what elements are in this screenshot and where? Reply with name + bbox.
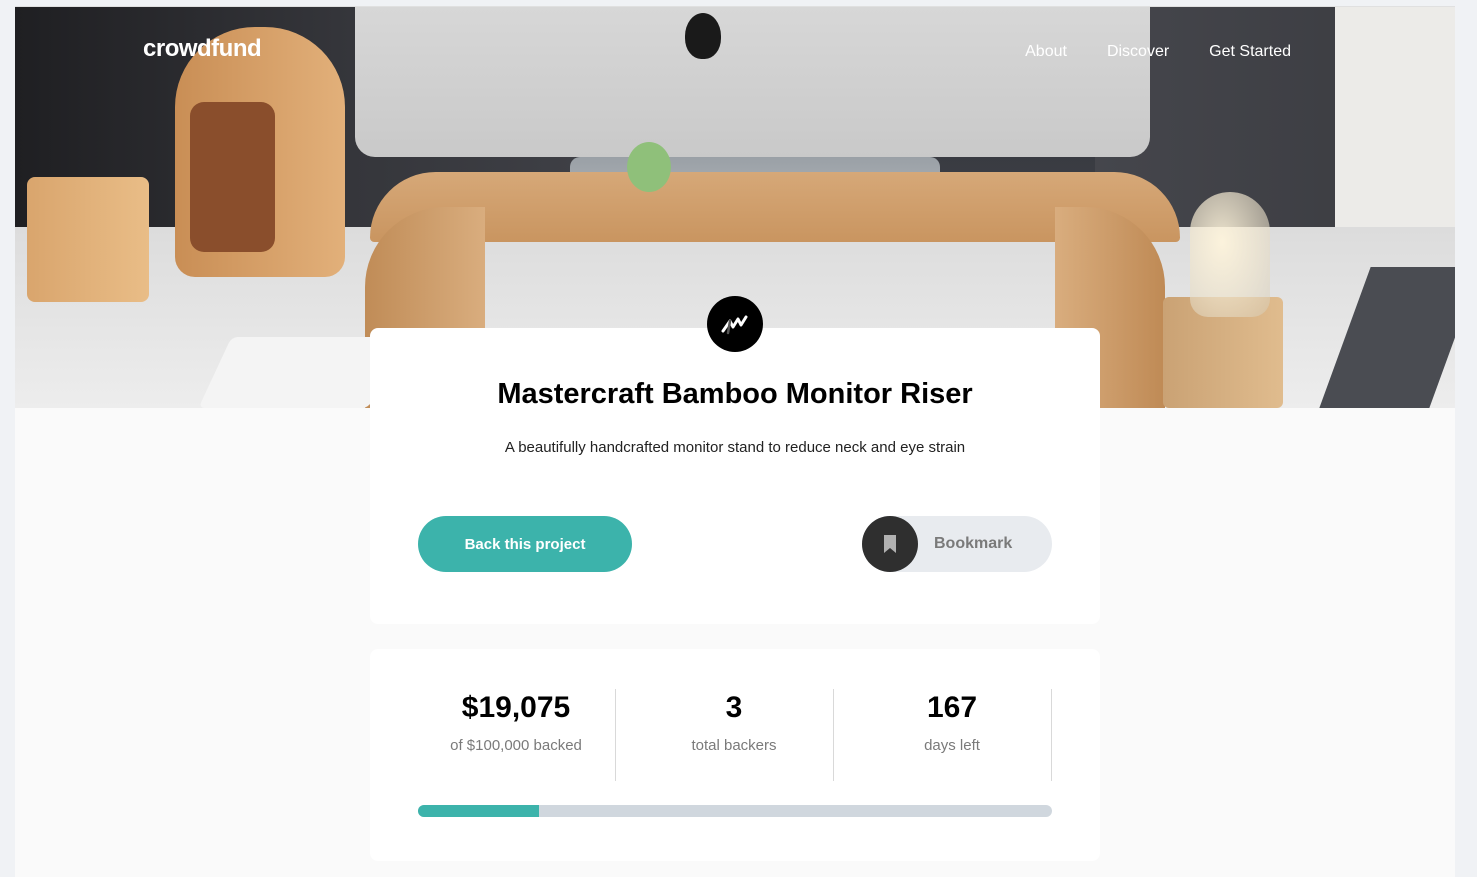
stat-backers: 3 total backers — [636, 689, 832, 779]
backers-label: total backers — [691, 737, 777, 754]
mastercraft-logo-icon — [707, 296, 763, 352]
stat-backed: $19,075 of $100,000 backed — [418, 689, 614, 779]
bookmark-button[interactable]: Bookmark — [862, 516, 1052, 572]
project-title: Mastercraft Bamboo Monitor Riser — [497, 378, 973, 410]
backed-label: of $100,000 backed — [450, 737, 582, 754]
backers-count: 3 — [725, 691, 743, 724]
project-description: A beautifully handcrafted monitor stand … — [504, 439, 966, 456]
nav-link-discover[interactable]: Discover — [1107, 43, 1169, 61]
page: crowdfund About Discover Get Started Mas… — [15, 6, 1455, 877]
stat-divider — [833, 689, 834, 781]
days-label: days left — [924, 737, 980, 754]
stat-days-left: 167 days left — [854, 689, 1050, 779]
days-count: 167 — [926, 691, 978, 724]
nav-link-get-started[interactable]: Get Started — [1209, 43, 1291, 61]
project-stats-card: $19,075 of $100,000 backed 3 total backe… — [370, 649, 1100, 861]
bookmark-icon — [862, 516, 918, 572]
stat-divider — [1051, 689, 1052, 781]
nav-links: About Discover Get Started — [1025, 43, 1291, 61]
bookmark-label: Bookmark — [934, 535, 1013, 552]
stat-divider — [615, 689, 616, 781]
top-navigation: crowdfund About Discover Get Started — [15, 7, 1455, 107]
backed-amount: $19,075 — [461, 691, 571, 724]
nav-link-about[interactable]: About — [1025, 43, 1067, 61]
site-logo[interactable]: crowdfund — [143, 35, 262, 63]
funding-progress-bar — [418, 805, 1052, 817]
funding-progress-fill — [418, 805, 539, 817]
project-intro-card: Mastercraft Bamboo Monitor Riser A beaut… — [370, 328, 1100, 624]
back-project-button[interactable]: Back this project — [418, 516, 632, 572]
